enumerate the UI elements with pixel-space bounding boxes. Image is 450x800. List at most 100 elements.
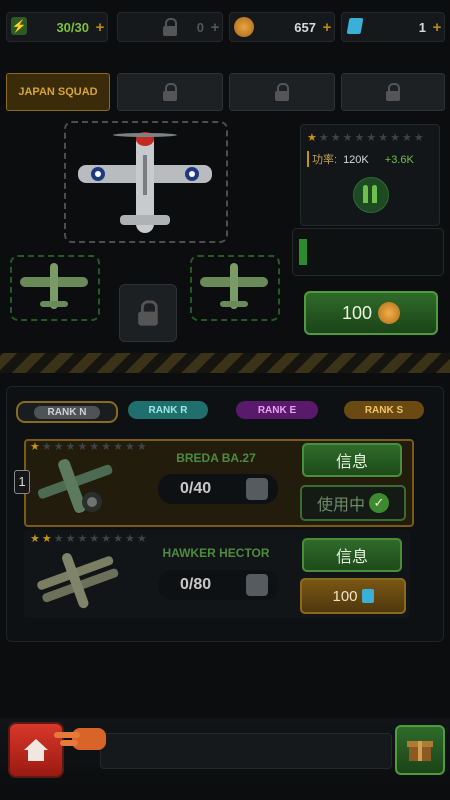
gem-counter: 1 + xyxy=(341,12,445,42)
rank-n-button[interactable]: RANK N xyxy=(16,401,118,423)
coin-counter: 657 + xyxy=(229,12,335,42)
locked-slot[interactable] xyxy=(119,284,177,342)
coin-plus-button[interactable]: + xyxy=(320,19,334,36)
power-delta: +3.6K xyxy=(384,154,414,166)
rank-s-button[interactable]: RANK S xyxy=(344,401,424,419)
star-empty-icon: ★ xyxy=(318,132,329,144)
star-empty-icon: ★ xyxy=(77,441,88,453)
hazard-divider xyxy=(0,353,450,373)
star-empty-icon: ★ xyxy=(53,533,64,545)
star-empty-icon: ★ xyxy=(41,441,52,453)
info-label: 信息 xyxy=(335,454,368,471)
star-empty-icon: ★ xyxy=(136,533,147,545)
info-label: 信息 xyxy=(335,549,368,566)
lock-icon xyxy=(385,83,401,101)
info-button[interactable]: 信息 xyxy=(302,443,402,477)
plane-name: BREDA BA.27 xyxy=(176,451,256,465)
lock-icon xyxy=(162,83,178,101)
power-value: 120K xyxy=(343,154,369,166)
plane-progress: 0/40 xyxy=(158,474,278,504)
upgrade-progress-bar xyxy=(292,228,444,276)
level-badge: 1 xyxy=(14,470,30,494)
gem-icon xyxy=(361,589,374,603)
in-use-button[interactable]: 使用中 ✓ xyxy=(300,485,406,521)
checkmark-icon: ✓ xyxy=(369,493,389,513)
power-panel: ★ ★ ★ ★ ★ ★ ★ ★ ★ ★ 功率: 120K +3.6K xyxy=(300,124,440,226)
rank-r-button[interactable]: RANK R xyxy=(128,401,208,419)
tab-locked-4[interactable] xyxy=(341,73,445,111)
star-filled-icon: ★ xyxy=(307,132,317,144)
pointing-hand-icon xyxy=(50,722,108,756)
star-empty-icon: ★ xyxy=(65,441,76,453)
star-empty-icon: ★ xyxy=(378,132,389,144)
info-button[interactable]: 信息 xyxy=(302,538,402,572)
lock-icon xyxy=(274,83,290,101)
plane-stars: ★ ★ ★ ★ ★ ★ ★ ★ ★ ★ xyxy=(30,534,147,545)
power-label: 功率: xyxy=(307,151,337,167)
star-empty-icon: ★ xyxy=(390,132,400,144)
star-empty-icon: ★ xyxy=(125,441,135,453)
star-empty-icon: ★ xyxy=(89,441,100,453)
rank-r-label: RANK R xyxy=(148,404,188,416)
star-empty-icon: ★ xyxy=(113,441,123,453)
tab-locked-3[interactable] xyxy=(229,73,335,111)
star-empty-icon: ★ xyxy=(53,441,64,453)
energy-icon: ⚡ xyxy=(11,17,27,35)
locked-plus-button[interactable]: + xyxy=(208,19,222,36)
locked-counter: 0 + xyxy=(117,12,223,42)
star-empty-icon: ★ xyxy=(77,533,88,545)
buy-cost: 100 xyxy=(332,587,358,605)
tab-japan-squad[interactable]: JAPAN SQUAD xyxy=(6,73,110,111)
star-filled-icon: ★ xyxy=(30,533,40,545)
star-empty-icon: ★ xyxy=(354,132,365,144)
star-empty-icon: ★ xyxy=(402,132,412,144)
rank-n-label: RANK N xyxy=(33,405,101,419)
star-empty-icon: ★ xyxy=(65,533,76,545)
gem-plus-button[interactable]: + xyxy=(430,19,444,36)
plane-progress: 0/80 xyxy=(158,570,278,600)
plane-progress-value: 0/80 xyxy=(180,576,212,593)
upgrade-progress-fill xyxy=(299,239,307,265)
ammo-icon xyxy=(353,177,389,213)
shop-button[interactable] xyxy=(395,725,445,775)
plane-stars: ★ ★ ★ ★ ★ ★ ★ ★ ★ ★ xyxy=(30,442,147,453)
wingman-slot-right[interactable] xyxy=(190,255,280,321)
rank-s-label: RANK S xyxy=(364,404,404,416)
star-empty-icon: ★ xyxy=(413,132,424,144)
upgrade-cost: 100 xyxy=(341,302,373,323)
energy-counter: ⚡ 30/30 + xyxy=(6,12,108,42)
rank-e-label: RANK E xyxy=(257,404,297,416)
main-plane-slot[interactable] xyxy=(64,121,228,243)
fighter-plane-icon xyxy=(20,263,88,309)
star-empty-icon: ★ xyxy=(101,441,112,453)
star-empty-icon: ★ xyxy=(342,132,353,144)
coin-icon xyxy=(234,17,254,37)
upgrade-button[interactable]: 100 xyxy=(304,291,438,335)
power-row: 功率: 120K +3.6K xyxy=(307,151,414,167)
power-stars: ★ ★ ★ ★ ★ ★ ★ ★ ★ ★ xyxy=(307,133,424,144)
crate-icon xyxy=(407,741,433,761)
coin-icon xyxy=(378,302,401,324)
buy-button[interactable]: 100 xyxy=(300,578,406,614)
biplane-icon xyxy=(37,553,119,609)
star-empty-icon: ★ xyxy=(113,533,123,545)
tab-locked-2[interactable] xyxy=(117,73,223,111)
star-empty-icon: ★ xyxy=(101,533,112,545)
in-use-label: 使用中 xyxy=(316,497,365,514)
energy-plus-button[interactable]: + xyxy=(93,19,107,36)
plane-progress-value: 0/40 xyxy=(180,480,212,497)
engine-part-icon xyxy=(246,574,268,596)
rank-e-button[interactable]: RANK E xyxy=(236,401,318,419)
gem-icon xyxy=(346,18,364,34)
wingman-slot-left[interactable] xyxy=(10,255,100,321)
fighter-plane-icon xyxy=(200,263,268,309)
biplane-icon xyxy=(37,459,113,513)
star-filled-icon: ★ xyxy=(41,533,52,545)
fighter-plane-icon xyxy=(78,132,212,233)
star-empty-icon: ★ xyxy=(366,132,377,144)
star-empty-icon: ★ xyxy=(136,441,147,453)
star-empty-icon: ★ xyxy=(89,533,100,545)
lock-icon xyxy=(137,300,159,326)
engine-part-icon xyxy=(246,478,268,500)
home-icon xyxy=(24,739,48,761)
